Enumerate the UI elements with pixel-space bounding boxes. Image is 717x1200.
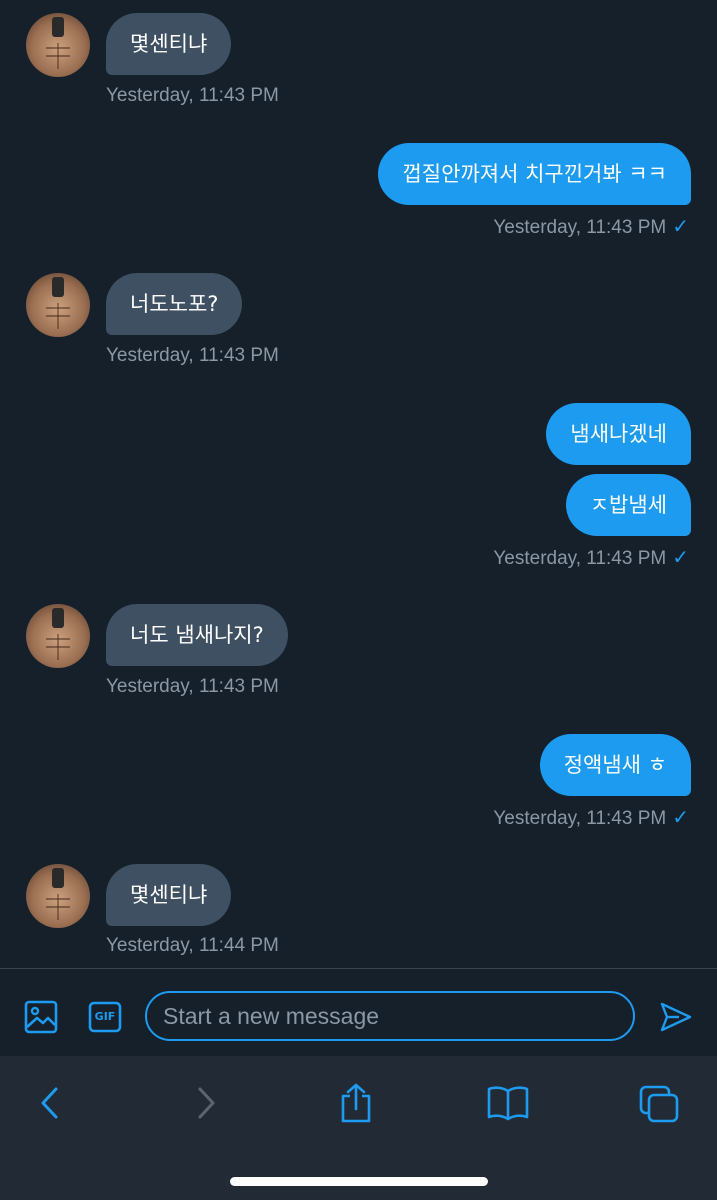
forward-icon[interactable]: [190, 1086, 220, 1120]
avatar[interactable]: [26, 273, 90, 337]
bookmarks-icon[interactable]: [486, 1084, 530, 1122]
outgoing-message-bubble[interactable]: ㅈ밥냄세: [565, 474, 691, 536]
timestamp-text: Yesterday, 11:43 PM: [493, 217, 667, 238]
avatar[interactable]: [26, 864, 90, 928]
incoming-message-bubble[interactable]: 몇센티냐: [106, 864, 232, 926]
home-indicator[interactable]: [230, 1177, 488, 1186]
message-timestamp: Yesterday, 11:43 PM: [106, 85, 279, 106]
incoming-message-bubble[interactable]: 너도노포?: [106, 273, 243, 335]
avatar[interactable]: [26, 13, 90, 77]
tabs-icon[interactable]: [638, 1084, 680, 1124]
outgoing-message-bubble[interactable]: 껍질안까져서 치구낀거봐 ㅋㅋ: [378, 143, 691, 205]
send-icon[interactable]: [659, 1000, 693, 1034]
message-timestamp: Yesterday, 11:43 PM: [106, 676, 279, 697]
image-icon[interactable]: [24, 1000, 58, 1034]
gif-icon[interactable]: GIF: [88, 1000, 122, 1034]
message-timestamp: Yesterday, 11:43 PM ✓: [493, 805, 689, 830]
message-timestamp: Yesterday, 11:43 PM ✓: [493, 214, 689, 239]
gif-label: GIF: [94, 1010, 116, 1023]
timestamp-text: Yesterday, 11:43 PM: [493, 548, 667, 569]
message-composer: GIF: [0, 968, 717, 1056]
outgoing-message-bubble[interactable]: 냄새나겠네: [546, 403, 691, 465]
message-timestamp: Yesterday, 11:43 PM ✓: [493, 545, 689, 570]
message-input[interactable]: [145, 991, 635, 1041]
back-icon[interactable]: [36, 1086, 66, 1120]
avatar[interactable]: [26, 604, 90, 668]
read-check-icon: ✓: [672, 807, 689, 829]
outgoing-message-bubble[interactable]: 정액냄새 ㅎ: [539, 734, 691, 796]
incoming-message-bubble[interactable]: 몇센티냐: [106, 13, 232, 75]
timestamp-text: Yesterday, 11:43 PM: [493, 808, 667, 829]
incoming-message-bubble[interactable]: 너도 냄새나지?: [106, 604, 288, 666]
browser-toolbar: [0, 1056, 717, 1200]
read-check-icon: ✓: [672, 547, 689, 569]
message-timestamp: Yesterday, 11:43 PM: [106, 345, 279, 366]
message-timestamp: Yesterday, 11:44 PM: [106, 935, 279, 956]
read-check-icon: ✓: [672, 216, 689, 238]
conversation-thread[interactable]: 몇센티냐 Yesterday, 11:43 PM 껍질안까져서 치구낀거봐 ㅋㅋ…: [0, 0, 717, 968]
share-icon[interactable]: [338, 1082, 374, 1124]
